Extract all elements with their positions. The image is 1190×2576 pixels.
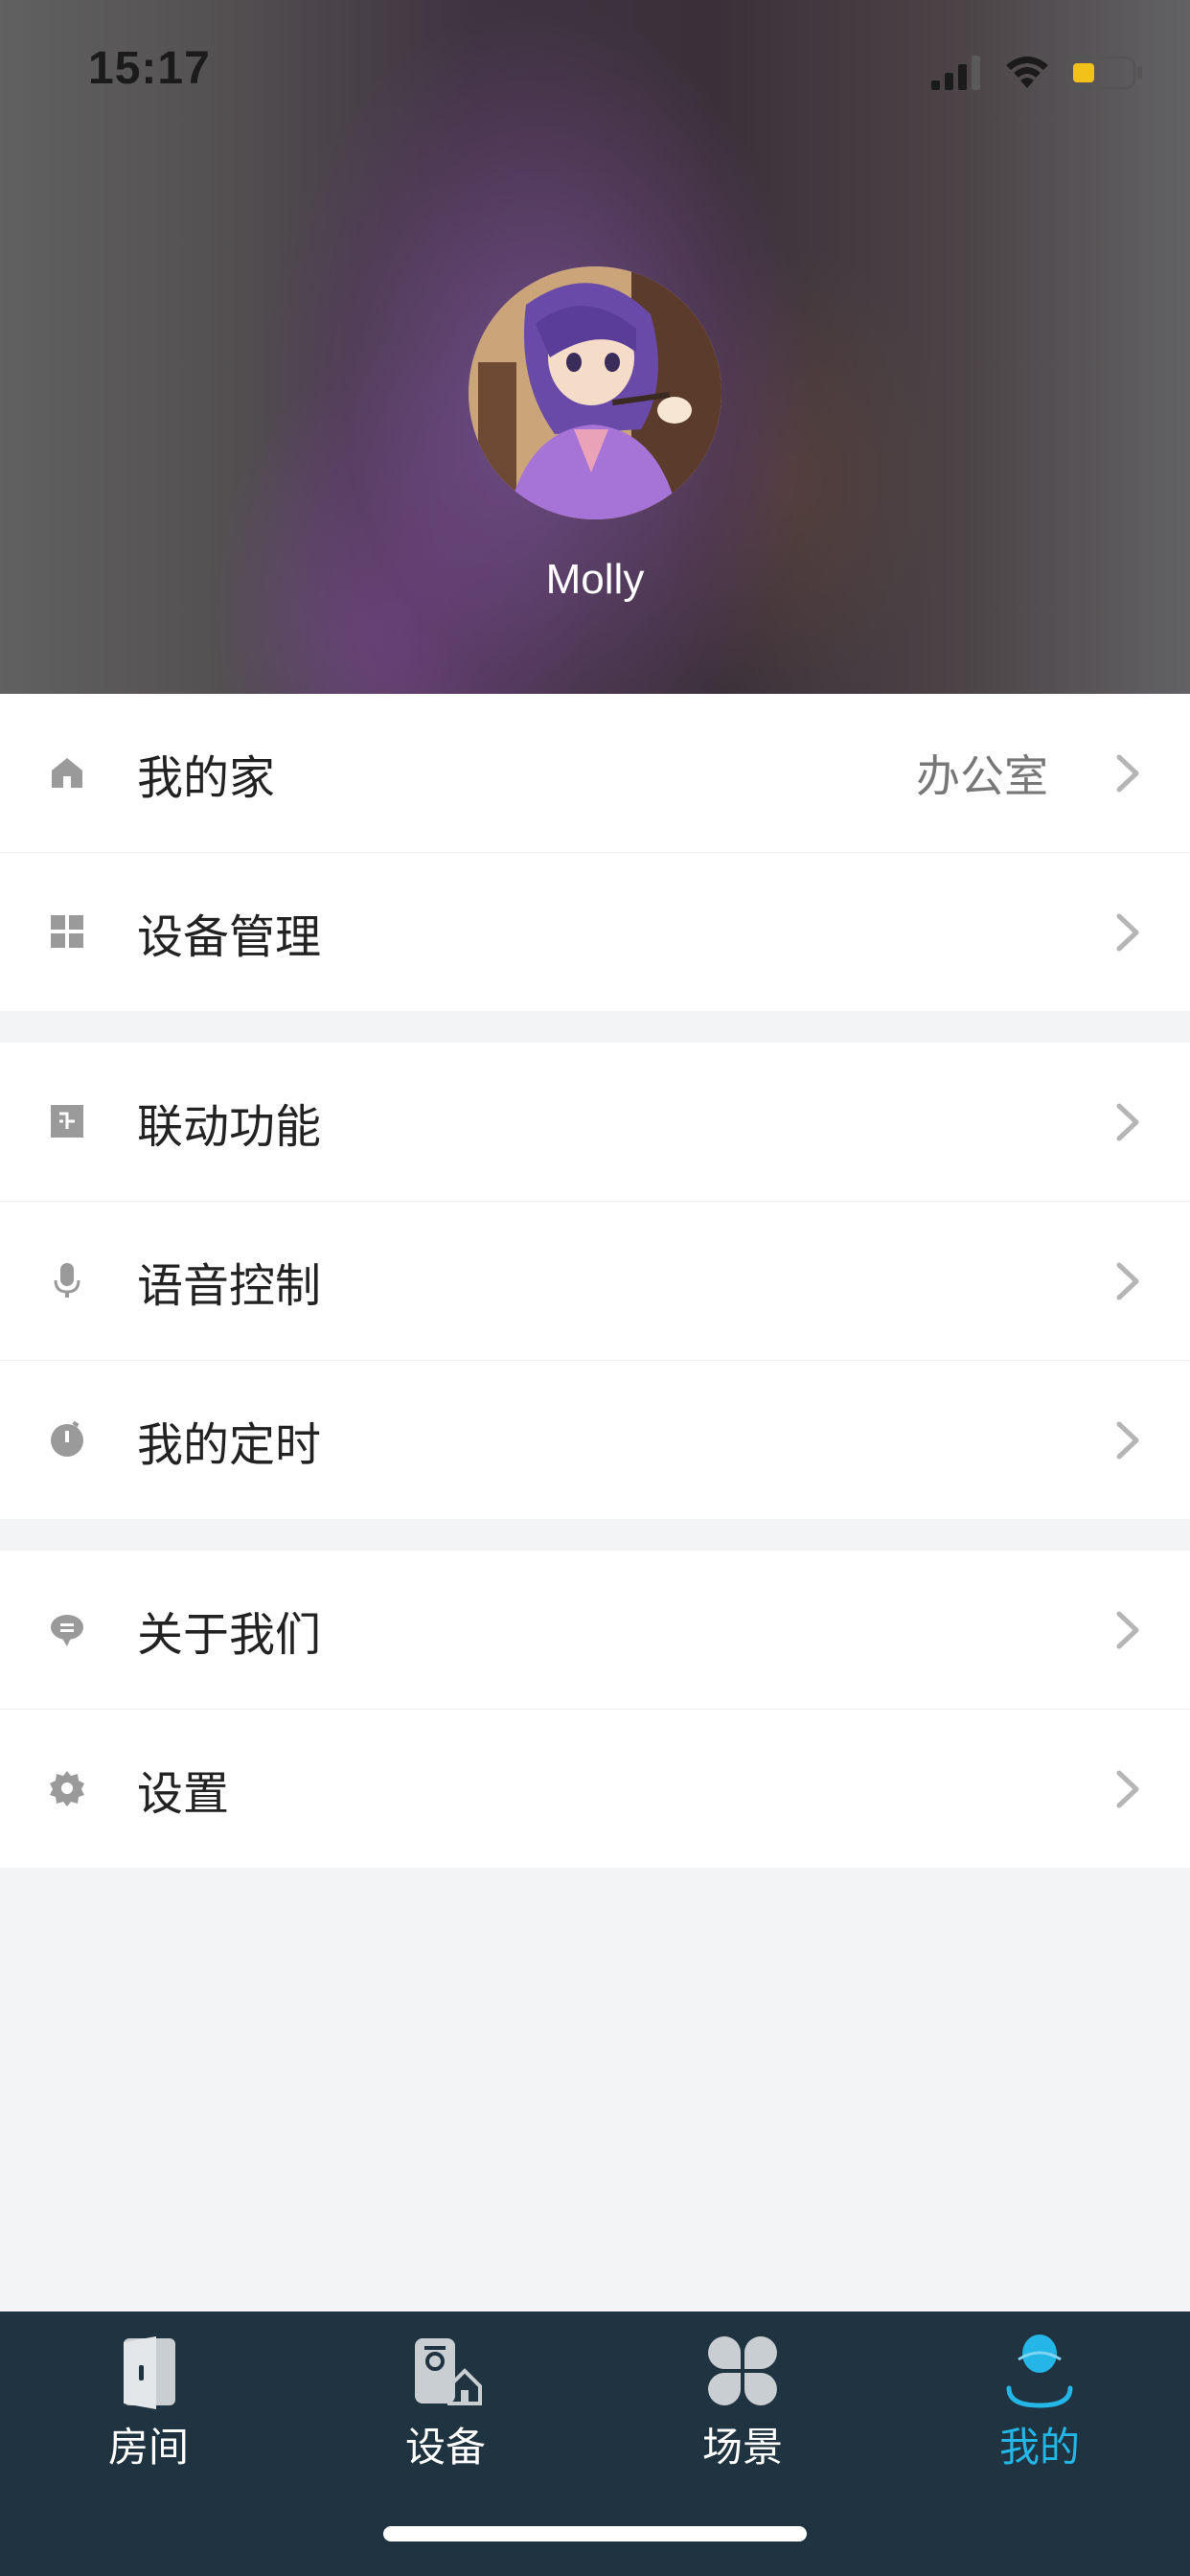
chevron-right-icon [1116,913,1139,952]
menu-item-my-timer[interactable]: 我的定时 [0,1361,1190,1519]
tab-mine[interactable]: 我的 [891,2312,1188,2503]
chevron-right-icon [1116,1262,1139,1300]
menu-item-device-management[interactable]: 设备管理 [0,853,1190,1011]
device-icon [415,2338,482,2405]
menu-group-about: 关于我们 设置 [0,1551,1190,1868]
menu-item-my-home[interactable]: 我的家 办公室 [0,694,1190,853]
microphone-icon [54,1263,80,1298]
door-icon [124,2336,175,2409]
menu-item-label: 语音控制 [137,1258,322,1313]
menu-item-value: 办公室 [916,749,1048,802]
menu-group-functions: 联动功能 语音控制 我的定时 [0,1043,1190,1519]
chevron-right-icon [1116,754,1139,793]
battery-icon [1065,56,1142,90]
chat-icon [51,1615,83,1646]
chevron-right-icon [1116,1770,1139,1808]
tab-rooms[interactable]: 房间 [0,2312,297,2503]
chevron-right-icon [1116,1611,1139,1649]
profile-header: 15:17 Molly [0,0,1190,694]
menu-item-label: 设备管理 [137,909,322,964]
home-icon [52,758,82,788]
menu-item-voice-control[interactable]: 语音控制 [0,1202,1190,1361]
wifi-icon [1006,57,1048,88]
chevron-right-icon [1116,1421,1139,1460]
home-indicator[interactable] [383,2526,807,2542]
clover-icon [708,2336,777,2405]
menu-item-settings[interactable]: 设置 [0,1710,1190,1868]
timer-icon [51,1420,83,1457]
status-bar: 15:17 [0,0,1190,134]
avatar[interactable] [469,266,721,519]
menu-item-label: 我的家 [137,750,276,805]
avatar-image [469,266,721,519]
chevron-right-icon [1116,1103,1139,1141]
username: Molly [545,556,645,603]
user-icon [1006,2334,1073,2408]
menu-item-label: 关于我们 [137,1607,322,1662]
menu-item-label: 联动功能 [137,1099,322,1154]
menu-item-linkage[interactable]: 联动功能 [0,1043,1190,1202]
tab-label: 房间 [107,2424,189,2471]
tab-label: 我的 [998,2424,1080,2471]
menu-item-label: 设置 [137,1766,230,1821]
menu-item-label: 我的定时 [137,1417,322,1472]
linkage-icon [51,1105,83,1138]
status-time: 15:17 [88,43,211,94]
tab-label: 场景 [701,2424,783,2471]
menu-group-home: 我的家 办公室 设备管理 [0,694,1190,1011]
signal-icon [931,56,980,90]
tab-scenes[interactable]: 场景 [594,2312,891,2503]
menu-item-about-us[interactable]: 关于我们 [0,1551,1190,1710]
tab-devices[interactable]: 设备 [297,2312,594,2503]
tab-label: 设备 [404,2424,486,2471]
grid-icon [51,915,83,948]
gear-icon [50,1771,84,1806]
